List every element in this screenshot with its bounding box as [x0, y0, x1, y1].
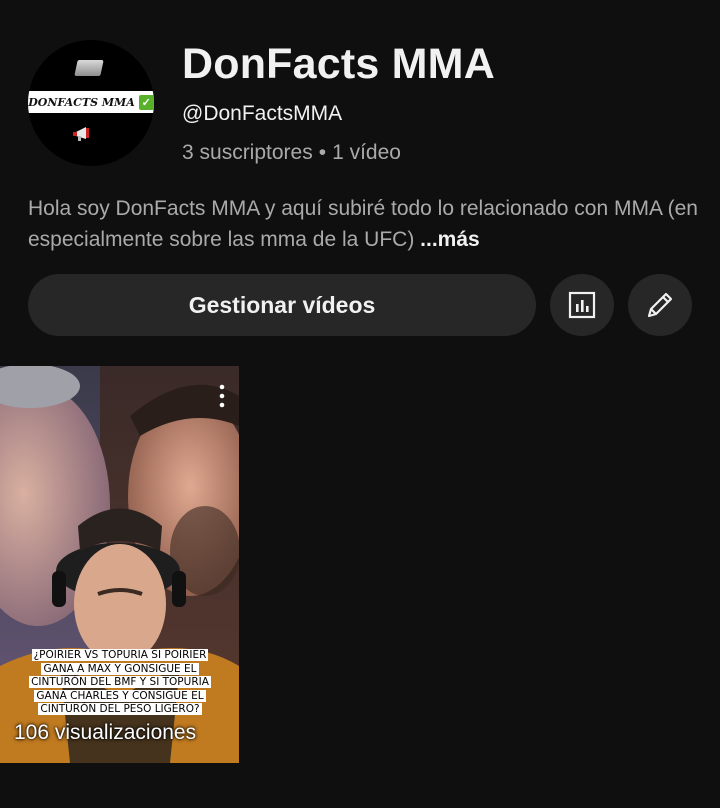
- more-vert-icon[interactable]: [219, 384, 225, 408]
- book-icon: [74, 60, 104, 76]
- channel-page: DONFACTS MMA ✓ DonFacts MMA @DonFactsMMA…: [0, 0, 720, 808]
- more-link[interactable]: ...más: [420, 228, 480, 251]
- edit-channel-button[interactable]: [628, 274, 692, 336]
- channel-description[interactable]: Hola soy DonFacts MMA y aquí subiré todo…: [28, 193, 698, 255]
- analytics-button[interactable]: [550, 274, 614, 336]
- manage-videos-button[interactable]: Gestionar vídeos: [28, 274, 536, 336]
- avatar-banner: DONFACTS MMA ✓: [28, 91, 154, 113]
- channel-stats: 3 suscriptores • 1 vídeo: [182, 141, 401, 165]
- description-text: Hola soy DonFacts MMA y aquí subiré todo…: [28, 197, 698, 251]
- avatar-text: DONFACTS MMA: [28, 95, 135, 109]
- video-caption-text: ¿POIRIER VS TOPURIA SI POIRIER GANA A MA…: [29, 649, 211, 715]
- video-thumbnail[interactable]: ¿POIRIER VS TOPURIA SI POIRIER GANA A MA…: [0, 366, 239, 763]
- subscriber-count: 3 suscriptores: [182, 141, 313, 164]
- view-count: 106 visualizaciones: [14, 721, 197, 744]
- video-count: 1 vídeo: [332, 141, 401, 164]
- channel-handle: @DonFactsMMA: [182, 102, 343, 125]
- channel-avatar[interactable]: DONFACTS MMA ✓: [28, 40, 154, 166]
- video-caption: ¿POIRIER VS TOPURIA SI POIRIER GANA A MA…: [20, 649, 220, 717]
- pencil-icon: [647, 292, 673, 318]
- check-icon: ✓: [138, 94, 154, 110]
- channel-title: DonFacts MMA: [182, 40, 495, 88]
- megaphone-icon: [73, 127, 89, 141]
- stats-separator: •: [318, 141, 327, 164]
- bar-chart-icon: [568, 291, 596, 319]
